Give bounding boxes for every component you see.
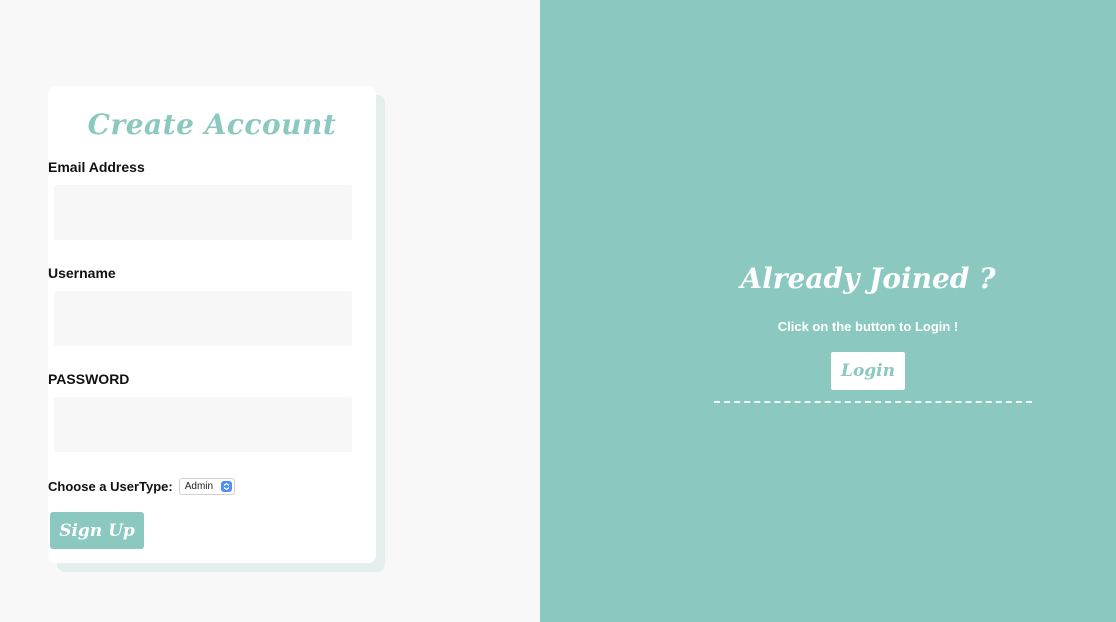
username-label: Username <box>48 265 116 281</box>
password-label: PASSWORD <box>48 371 130 387</box>
already-joined-title: Already Joined ? <box>740 262 996 295</box>
usertype-select[interactable]: Admin <box>178 477 236 495</box>
usertype-row: Choose a UserType: Admin <box>48 476 236 496</box>
username-field[interactable] <box>54 291 352 346</box>
login-button[interactable]: Login <box>831 352 905 390</box>
up-down-chevron-icon <box>221 480 233 492</box>
login-panel: Already Joined ? Click on the button to … <box>540 0 1116 622</box>
signup-panel: Create Account Email Address Username PA… <box>0 0 540 622</box>
password-field[interactable] <box>54 397 352 452</box>
usertype-selected-value: Admin <box>184 480 214 492</box>
create-account-title: Create Account <box>87 108 337 141</box>
email-label: Email Address <box>48 159 145 175</box>
usertype-label: Choose a UserType: <box>48 478 173 494</box>
login-subtitle: Click on the button to Login ! <box>777 319 959 334</box>
dashed-divider <box>714 401 1032 403</box>
signup-card: Create Account Email Address Username PA… <box>48 86 376 563</box>
email-field[interactable] <box>54 185 352 240</box>
sign-up-button[interactable]: Sign Up <box>50 512 144 549</box>
